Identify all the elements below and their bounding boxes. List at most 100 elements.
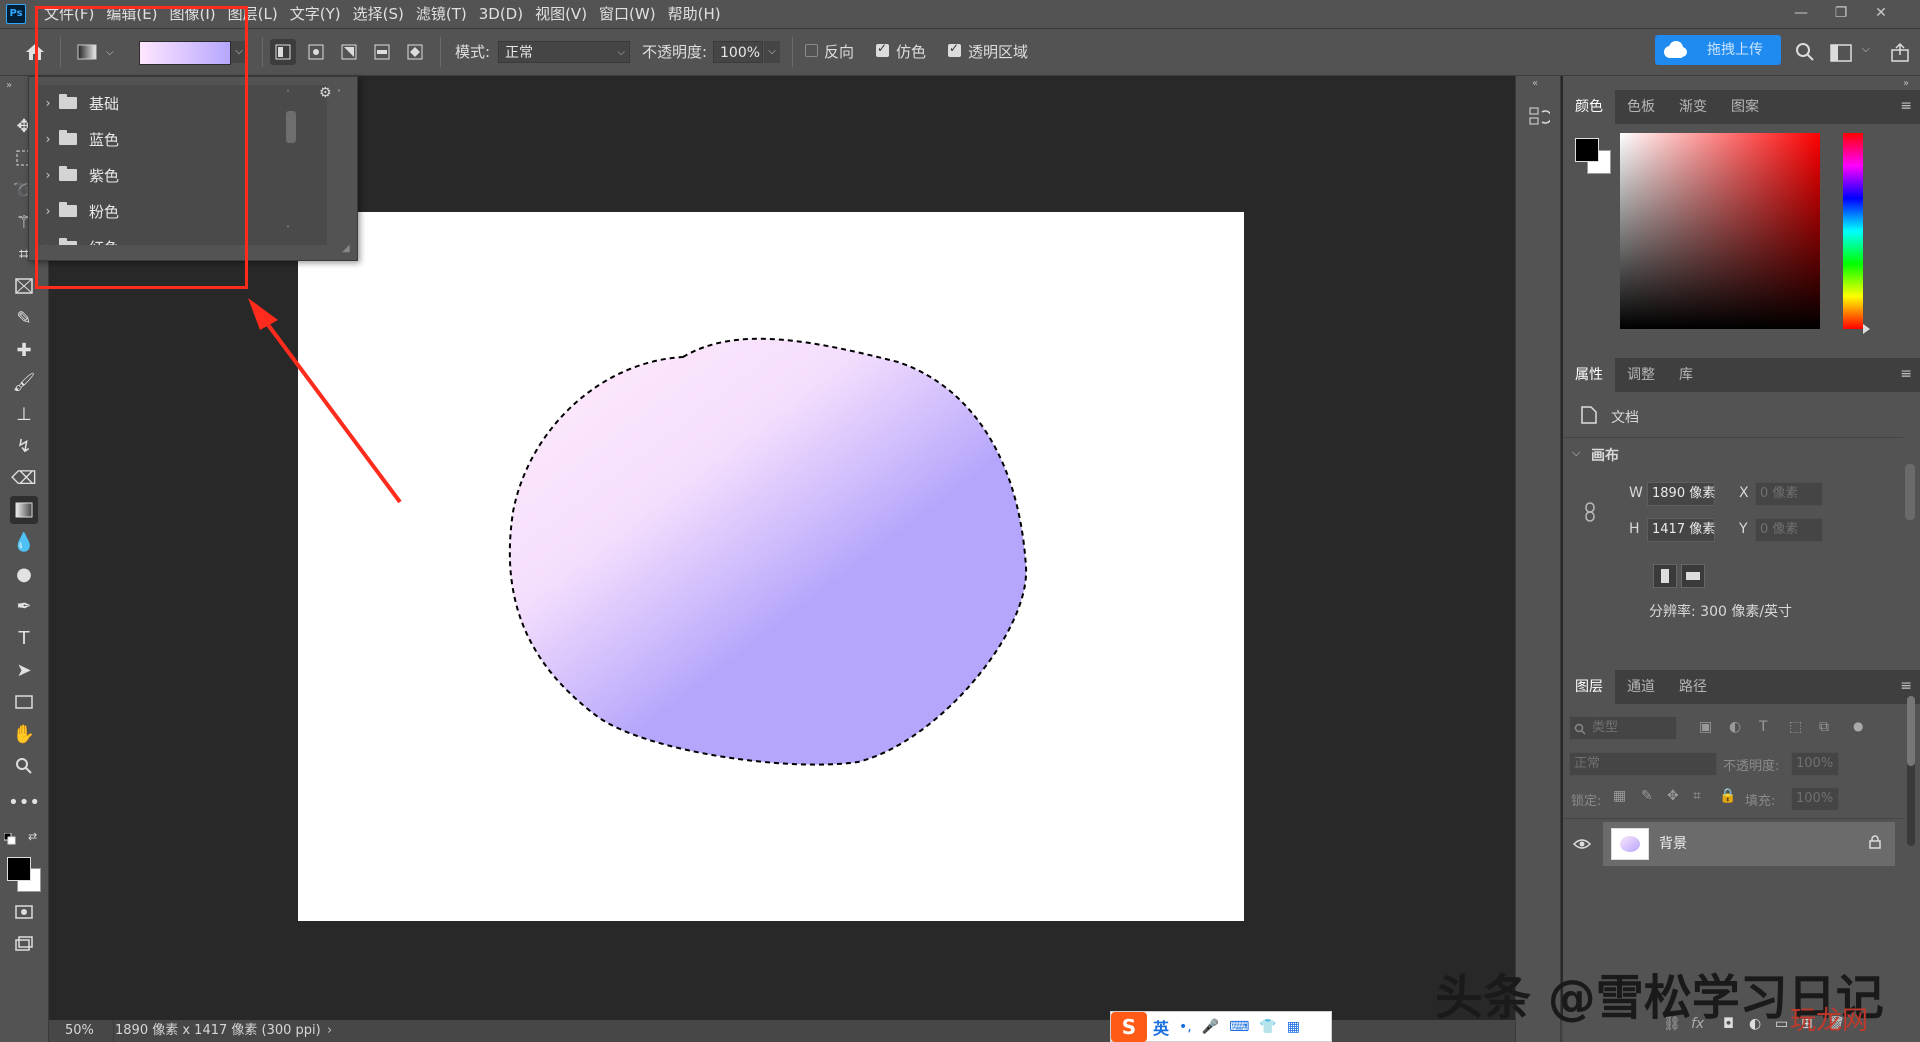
preset-scrollbar[interactable]: ˄ ˅ xyxy=(284,89,298,237)
linear-gradient-icon[interactable] xyxy=(270,39,296,65)
tab-gradients[interactable]: 渐变 xyxy=(1667,90,1719,124)
minimize-icon[interactable]: — xyxy=(1790,3,1812,23)
panel-menu-icon[interactable]: ≡ xyxy=(1900,678,1912,694)
hue-slider[interactable] xyxy=(1843,133,1863,329)
skin-icon[interactable]: 👕 xyxy=(1259,1019,1276,1035)
fill-input[interactable]: 100% xyxy=(1791,787,1839,811)
scroll-up-icon[interactable]: ˄ xyxy=(286,89,290,98)
panel-menu-icon[interactable]: ≡ xyxy=(1900,98,1912,114)
resize-grip-icon[interactable]: ◢ xyxy=(342,243,350,254)
swap-colors-icon[interactable]: ⇄ xyxy=(28,830,37,843)
blend-mode-select[interactable]: 正常 xyxy=(1569,752,1717,776)
width-input[interactable]: 1890 像素 xyxy=(1647,482,1715,506)
x-input[interactable]: 0 像素 xyxy=(1755,482,1823,506)
gradient-tool-icon[interactable] xyxy=(10,496,38,524)
tab-swatches[interactable]: 色板 xyxy=(1615,90,1667,124)
portrait-orientation-icon[interactable] xyxy=(1653,564,1677,588)
menu-3d[interactable]: 3D(D) xyxy=(473,0,529,28)
history-brush-icon[interactable]: ↯ xyxy=(10,432,38,460)
screen-mode-icon[interactable] xyxy=(10,930,38,958)
type-filter-icon[interactable]: T xyxy=(1759,719,1768,735)
lock-all-icon[interactable]: 🔒 xyxy=(1719,788,1736,804)
search-icon[interactable] xyxy=(1795,42,1815,66)
chevron-down-icon[interactable]: ˅ xyxy=(337,89,341,98)
rectangle-tool-icon[interactable] xyxy=(10,688,38,716)
brush-tool-icon[interactable]: 🖌 xyxy=(10,368,38,396)
toolbox-icon[interactable]: ▦ xyxy=(1287,1019,1300,1035)
link-icon[interactable] xyxy=(1583,502,1597,526)
tab-patterns[interactable]: 图案 xyxy=(1719,90,1771,124)
pen-tool-icon[interactable]: ✒ xyxy=(10,592,38,620)
tab-libraries[interactable]: 库 xyxy=(1667,358,1705,392)
panel-menu-icon[interactable]: ≡ xyxy=(1900,366,1912,382)
adjustment-filter-icon[interactable]: ◐ xyxy=(1729,719,1741,735)
layers-scrollbar[interactable] xyxy=(1907,696,1915,846)
eraser-tool-icon[interactable]: ⌫ xyxy=(10,464,38,492)
lock-position-icon[interactable]: ✥ xyxy=(1667,788,1679,804)
dither-checkbox[interactable] xyxy=(876,41,889,57)
height-input[interactable]: 1417 像素 xyxy=(1647,518,1715,542)
smart-object-filter-icon[interactable]: ⧉ xyxy=(1819,719,1829,735)
lock-pixels-icon[interactable]: ✎ xyxy=(1641,788,1653,804)
collapse-icon[interactable]: « xyxy=(1532,78,1538,89)
tab-adjustments[interactable]: 调整 xyxy=(1615,358,1667,392)
share-icon[interactable] xyxy=(1890,42,1910,66)
sogou-logo-icon[interactable]: S xyxy=(1111,1011,1147,1042)
stamp-tool-icon[interactable]: ⊥ xyxy=(10,400,38,428)
menu-filter[interactable]: 滤镜(T) xyxy=(410,0,473,28)
layer-row[interactable]: 背景 xyxy=(1603,822,1895,866)
frame-tool-icon[interactable] xyxy=(10,272,38,300)
healing-brush-icon[interactable]: ✚ xyxy=(10,336,38,364)
default-colors-icon[interactable] xyxy=(3,831,16,845)
pixel-filter-icon[interactable]: ▣ xyxy=(1699,719,1712,735)
reflected-gradient-icon[interactable] xyxy=(369,39,395,65)
menu-window[interactable]: 窗口(W) xyxy=(593,0,662,28)
restore-icon[interactable]: ❐ xyxy=(1830,3,1852,23)
menu-help[interactable]: 帮助(H) xyxy=(662,0,727,28)
layer-opacity-input[interactable]: 100% xyxy=(1791,752,1839,776)
close-icon[interactable]: ✕ xyxy=(1870,3,1892,23)
tab-channels[interactable]: 通道 xyxy=(1615,670,1667,704)
eyedropper-icon[interactable]: ✎ xyxy=(10,304,38,332)
foreground-color-swatch[interactable] xyxy=(7,857,31,881)
punctuation-icon[interactable]: •, xyxy=(1179,1019,1192,1035)
microphone-icon[interactable]: 🎤 xyxy=(1202,1019,1219,1035)
landscape-orientation-icon[interactable] xyxy=(1681,564,1705,588)
filter-toggle-icon[interactable]: ● xyxy=(1853,719,1863,733)
keyboard-icon[interactable]: ⌨ xyxy=(1229,1019,1249,1035)
workspace-icon[interactable] xyxy=(1830,44,1852,66)
path-selection-icon[interactable]: ➤ xyxy=(10,656,38,684)
zoom-level[interactable]: 50% xyxy=(65,1020,94,1042)
blur-tool-icon[interactable]: 💧 xyxy=(10,528,38,556)
eye-icon[interactable] xyxy=(1572,836,1592,854)
history-panel-icon[interactable] xyxy=(1528,106,1552,132)
gear-icon[interactable]: ⚙ xyxy=(319,85,332,101)
foreground-color-swatch[interactable] xyxy=(1575,138,1599,162)
collapse-icon[interactable]: » xyxy=(6,80,12,91)
transparency-checkbox[interactable] xyxy=(948,41,961,57)
tab-color[interactable]: 颜色 xyxy=(1563,90,1615,124)
lock-artboard-icon[interactable]: ⌗ xyxy=(1693,788,1701,804)
hue-marker[interactable] xyxy=(1863,324,1870,334)
scroll-down-icon[interactable]: ˅ xyxy=(286,225,290,234)
type-tool-icon[interactable]: T xyxy=(10,624,38,652)
angle-gradient-icon[interactable] xyxy=(336,39,362,65)
mode-select[interactable]: 正常 ⌵ xyxy=(498,41,630,63)
shape-filter-icon[interactable]: ⬚ xyxy=(1789,719,1802,735)
canvas[interactable] xyxy=(298,212,1244,921)
properties-scrollbar[interactable] xyxy=(1905,446,1915,706)
chevron-down-icon[interactable]: ⌵ xyxy=(1572,446,1580,460)
y-input[interactable]: 0 像素 xyxy=(1755,518,1823,542)
menu-select[interactable]: 选择(S) xyxy=(347,0,410,28)
tab-properties[interactable]: 属性 xyxy=(1563,358,1615,392)
opacity-dropdown[interactable]: ⌵ xyxy=(764,41,780,63)
tab-paths[interactable]: 路径 xyxy=(1667,670,1719,704)
zoom-tool-icon[interactable] xyxy=(10,752,38,780)
reverse-checkbox[interactable] xyxy=(805,44,818,57)
drag-upload-button[interactable]: 拖拽上传 xyxy=(1655,35,1781,65)
tab-layers[interactable]: 图层 xyxy=(1563,670,1615,704)
ime-language[interactable]: 英 xyxy=(1153,1015,1169,1039)
quick-mask-icon[interactable] xyxy=(10,898,38,926)
more-tools-icon[interactable]: ••• xyxy=(8,788,40,816)
color-field[interactable] xyxy=(1620,133,1820,329)
